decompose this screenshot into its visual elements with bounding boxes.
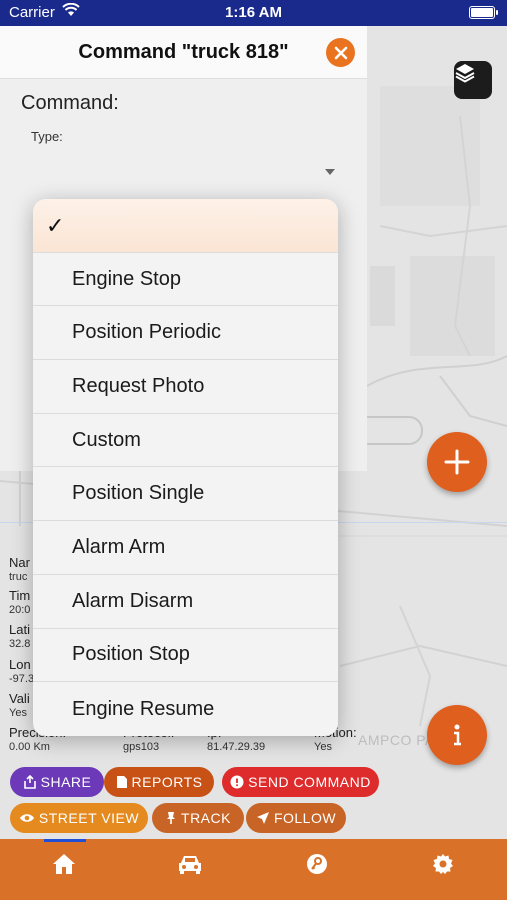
add-fab-button[interactable] xyxy=(427,432,487,492)
chevron-down-icon[interactable] xyxy=(325,169,335,175)
dropdown-item-position-single[interactable]: Position Single xyxy=(33,467,338,522)
tab-devices[interactable] xyxy=(175,851,205,877)
info-latitude: Lati 32.8 xyxy=(9,622,31,650)
follow-label: FOLLOW xyxy=(273,810,337,826)
send-command-button[interactable]: SEND COMMAND xyxy=(222,767,379,797)
battery-icon xyxy=(469,6,498,19)
sheet-title: Command "truck 818" xyxy=(78,41,289,63)
tab-account[interactable] xyxy=(302,851,332,877)
sheet-header: Command "truck 818" xyxy=(0,26,367,79)
alert-icon xyxy=(230,775,244,789)
status-bar: Carrier 1:16 AM xyxy=(0,0,507,26)
share-label: SHARE xyxy=(40,774,92,790)
send-command-label: SEND COMMAND xyxy=(248,774,371,790)
dropdown-item-custom[interactable]: Custom xyxy=(33,414,338,468)
type-label: Type: xyxy=(31,129,63,144)
dropdown-item-alarm-arm[interactable]: Alarm Arm xyxy=(33,521,338,575)
tab-settings[interactable] xyxy=(428,851,458,877)
key-icon xyxy=(307,854,327,874)
close-button[interactable] xyxy=(326,38,355,67)
document-icon xyxy=(116,776,127,788)
active-tab-indicator xyxy=(44,839,86,842)
street-view-label: STREET VIEW xyxy=(38,810,140,826)
track-label: TRACK xyxy=(181,810,231,826)
dropdown-item-alarm-disarm[interactable]: Alarm Disarm xyxy=(33,575,338,629)
dropdown-item-engine-stop[interactable]: Engine Stop xyxy=(33,253,338,307)
track-button[interactable]: TRACK xyxy=(152,803,244,833)
dropdown-item-position-stop[interactable]: Position Stop xyxy=(33,629,338,683)
dropdown-item-position-periodic[interactable]: Position Periodic xyxy=(33,306,338,361)
home-icon xyxy=(53,854,75,874)
layers-button[interactable] xyxy=(454,61,492,99)
checkmark-icon: ✓ xyxy=(46,213,65,238)
plus-icon xyxy=(444,449,470,475)
reports-button[interactable]: REPORTS xyxy=(104,767,214,797)
gear-icon xyxy=(433,854,453,874)
eye-icon xyxy=(19,814,34,822)
dropdown-item-engine-resume[interactable]: Engine Resume xyxy=(33,682,338,736)
command-section-label: Command: xyxy=(21,92,119,114)
bottom-tab-bar xyxy=(0,839,507,900)
info-name: Nar truc xyxy=(9,555,30,583)
reports-label: REPORTS xyxy=(131,774,203,790)
dropdown-item-request-photo[interactable]: Request Photo xyxy=(33,360,338,414)
info-time: Tim 20:0 xyxy=(9,588,31,616)
car-icon xyxy=(179,856,201,874)
follow-button[interactable]: FOLLOW xyxy=(246,803,346,833)
layers-icon xyxy=(455,64,475,83)
info-valid: Vali Yes xyxy=(9,691,30,719)
info-longitude: Lon -97.3 xyxy=(9,657,35,685)
street-view-button[interactable]: STREET VIEW xyxy=(10,803,148,833)
tab-home[interactable] xyxy=(49,851,79,877)
clock: 1:16 AM xyxy=(225,4,282,21)
close-icon xyxy=(334,46,347,59)
share-icon xyxy=(23,775,36,789)
dropdown-item-empty[interactable]: ✓ xyxy=(33,199,338,253)
pin-icon xyxy=(167,812,176,824)
command-type-dropdown[interactable]: ✓ Engine Stop Position Periodic Request … xyxy=(33,199,338,736)
share-button[interactable]: SHARE xyxy=(10,767,104,797)
navigation-arrow-icon xyxy=(256,812,269,824)
